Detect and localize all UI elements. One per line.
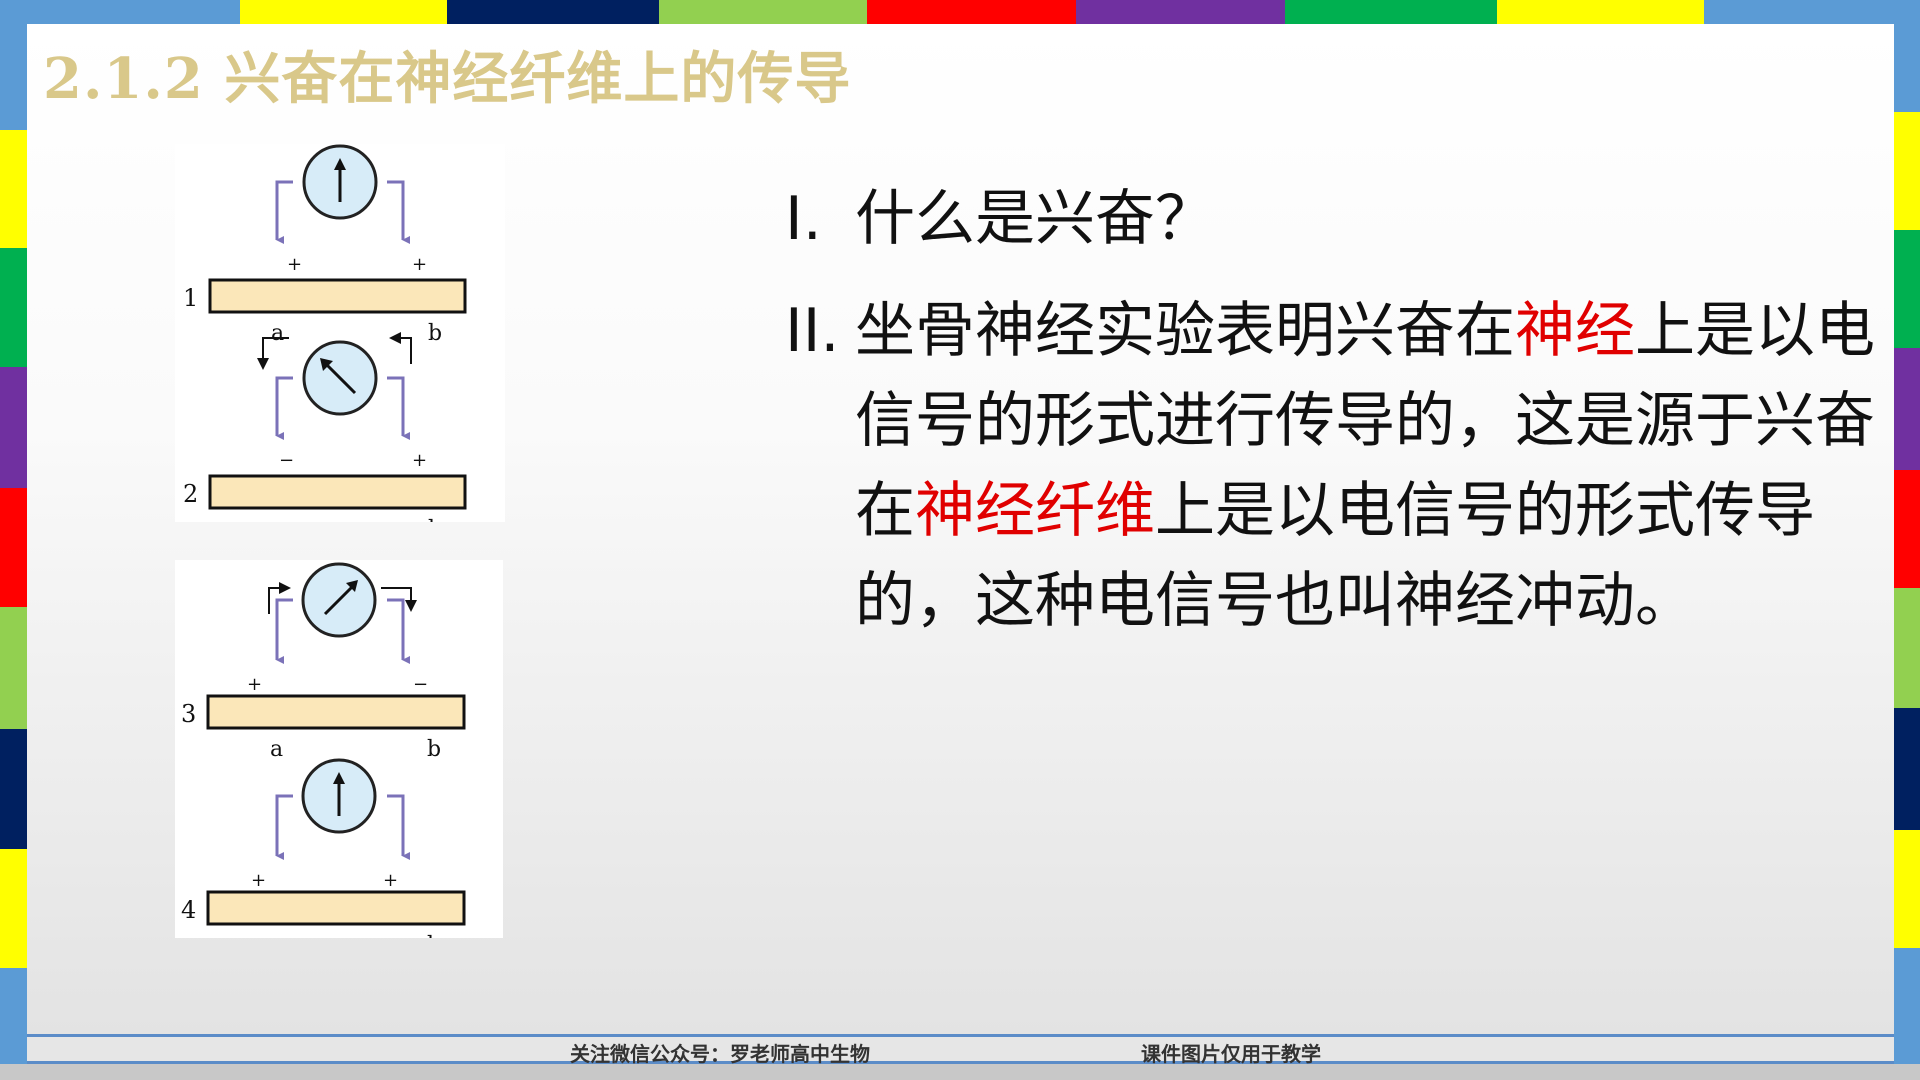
- point-label-b: b: [427, 737, 441, 762]
- current-arrowhead: [405, 600, 417, 612]
- electrode-wire-right: [387, 598, 410, 664]
- stripe-segment: [0, 0, 240, 24]
- stripe-segment: [1894, 830, 1920, 948]
- nerve-conduction-diagram-bottom: + − 3 a b + + 4 a b: [181, 562, 466, 958]
- point-label-b: b: [428, 517, 442, 522]
- footer-wechat-note: 关注微信公众号：罗老师高中生物: [570, 1042, 870, 1066]
- nerve-fiber: [208, 474, 467, 510]
- electrode-wire-right: [387, 794, 410, 860]
- current-arrowhead: [257, 358, 269, 370]
- stripe-segment: [1894, 470, 1920, 588]
- polarity-sign-left: +: [251, 870, 266, 891]
- current-arrowhead: [279, 582, 291, 594]
- panel-number: 2: [183, 480, 198, 508]
- left-color-stripe: [0, 0, 27, 1064]
- point-label-b: b: [428, 321, 442, 346]
- right-color-stripe: [1894, 0, 1920, 1064]
- stripe-segment: [0, 130, 27, 248]
- footer-usage-note: 课件图片仅用于教学: [1141, 1042, 1321, 1066]
- stripe-segment: [0, 248, 27, 367]
- stripe-segment: [659, 0, 867, 24]
- list-item: II. 坐骨神经实验表明兴奋在神经上是以电信号的形式进行传导的，这是源于兴奋在神…: [785, 286, 1875, 646]
- item-text: 坐骨神经实验表明兴奋在: [855, 296, 1515, 366]
- stripe-segment: [0, 729, 27, 849]
- item-text: 什么是兴奋？: [855, 184, 1215, 254]
- item-number: II.: [785, 296, 840, 366]
- stripe-segment: [1076, 0, 1285, 24]
- highlight-text: 神经: [1515, 296, 1635, 366]
- polarity-sign-right: +: [383, 870, 398, 891]
- stripe-segment: [0, 367, 27, 488]
- stripe-segment: [0, 0, 27, 130]
- stripe-segment: [447, 0, 659, 24]
- stripe-segment: [1894, 112, 1920, 230]
- current-arrowhead: [389, 332, 401, 344]
- stripe-segment: [867, 0, 1076, 24]
- slide-footer: 关注微信公众号：罗老师高中生物 课件图片仅用于教学: [27, 1034, 1894, 1066]
- stripe-segment: [1894, 708, 1920, 830]
- polarity-sign-left: +: [287, 254, 302, 275]
- stripe-segment: [0, 849, 27, 968]
- point-label-a: a: [271, 321, 284, 346]
- diagram-panel-4: + + 4 a b: [181, 758, 466, 958]
- panel-number: 1: [183, 284, 198, 312]
- slide-title: 2.1.2 兴奋在神经纤维上的传导: [43, 46, 852, 112]
- stripe-segment: [1497, 0, 1704, 24]
- bottom-margin: [0, 1064, 1920, 1080]
- slide: 2.1.2 兴奋在神经纤维上的传导 + + 1 a b − + 2 + − 3 …: [27, 24, 1894, 1034]
- top-color-stripe: [0, 0, 1920, 24]
- nerve-fiber: [206, 890, 466, 926]
- diagram-panel-3: + − 3 a b: [181, 562, 466, 762]
- electrode-wire-right: [387, 376, 410, 440]
- stripe-segment: [0, 607, 27, 729]
- electrode-wire-left: [275, 376, 293, 440]
- stripe-segment: [1894, 588, 1920, 708]
- stripe-segment: [240, 0, 447, 24]
- highlight-text: 神经纤维: [915, 476, 1155, 546]
- stripe-segment: [0, 488, 27, 607]
- nerve-fiber: [206, 694, 466, 730]
- stripe-segment: [1285, 0, 1497, 24]
- stripe-segment: [1894, 230, 1920, 348]
- stripe-segment: [1894, 948, 1920, 1064]
- point-label-a: a: [270, 737, 283, 762]
- nerve-fiber: [208, 278, 467, 314]
- figure-panel-group-top: + + 1 a b − + 2: [175, 144, 505, 542]
- polarity-sign-right: +: [412, 450, 427, 471]
- electrode-wire-left: [275, 598, 293, 664]
- electrode-wire-right: [387, 180, 410, 244]
- polarity-sign-left: −: [279, 450, 294, 471]
- point-label-a: a: [271, 517, 284, 522]
- polarity-sign-right: −: [413, 674, 428, 695]
- nerve-conduction-diagram-top: + + 1 a b − + 2: [183, 144, 467, 542]
- point-label-a: a: [270, 933, 283, 938]
- stripe-segment: [0, 968, 27, 1064]
- stripe-segment: [1894, 348, 1920, 470]
- panel-number: 4: [181, 896, 196, 924]
- polarity-sign-left: +: [247, 674, 262, 695]
- diagram-panel-1: + + 1 a b: [183, 144, 467, 346]
- electrode-wire-left: [275, 794, 293, 860]
- item-number: I.: [785, 184, 822, 254]
- point-label-b: b: [427, 933, 441, 938]
- polarity-sign-right: +: [412, 254, 427, 275]
- stripe-segment: [1894, 0, 1920, 112]
- figure-panel-group-bottom: + − 3 a b + + 4 a b: [175, 560, 503, 958]
- stripe-segment: [1704, 0, 1920, 24]
- electrode-wire-left: [275, 180, 293, 244]
- panel-number: 3: [181, 700, 196, 728]
- diagram-panel-2: − + 2 a b: [183, 332, 467, 542]
- list-item: I. 什么是兴奋？: [785, 174, 1875, 264]
- content-list: I. 什么是兴奋？ II. 坐骨神经实验表明兴奋在神经上是以电信号的形式进行传导…: [785, 174, 1875, 668]
